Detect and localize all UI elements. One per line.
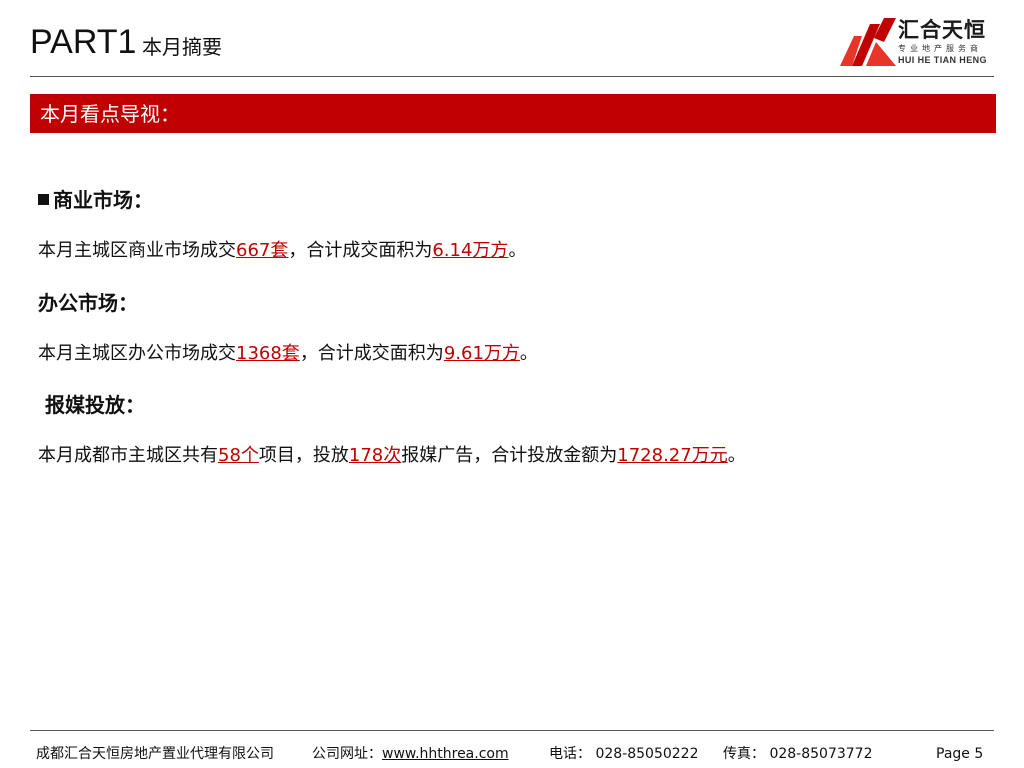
footer-website: 公司网址：www.hhthrea.com	[312, 745, 509, 763]
ads-text-pre: 本月成都市主城区共有	[38, 445, 218, 466]
office-area-value: 9.61万方	[443, 343, 520, 364]
commercial-area-value: 6.14万方	[432, 240, 509, 261]
ads-text-mid2: 报媒广告，合计投放金额为	[401, 445, 618, 466]
commercial-text-mid: ，合计成交面积为	[288, 240, 433, 261]
heading-newspaper-ads: 报媒投放：	[45, 393, 145, 417]
square-bullet-icon	[38, 194, 49, 205]
footer-fax: 传真： 028-85073772	[723, 746, 873, 762]
header-divider	[30, 76, 994, 77]
heading-commercial-market: 商业市场：	[38, 187, 153, 213]
footer-company: 成都汇合天恒房地产置业代理有限公司	[36, 746, 274, 762]
ads-projects-value: 58个	[218, 445, 259, 466]
banner-title: 本月看点导视：	[40, 102, 180, 126]
page-title-part: PART1	[30, 23, 137, 61]
commercial-text-pre: 本月主城区商业市场成交	[38, 240, 236, 261]
ads-text-mid1: 项目，投放	[258, 445, 349, 466]
ads-count-value: 178次	[348, 445, 402, 466]
footer-website-label: 公司网址：	[312, 746, 382, 762]
office-text-post: 。	[519, 343, 538, 364]
logo-tagline: 专业地产服务商	[898, 44, 982, 53]
commercial-text-post: 。	[508, 240, 527, 261]
ads-text-post: 。	[727, 445, 746, 466]
footer-phone: 电话： 028-85050222	[549, 746, 699, 762]
section-banner: 本月看点导视：	[30, 94, 996, 133]
logo-name: 汇合天恒	[898, 18, 986, 42]
footer-website-link[interactable]: www.hhthrea.com	[382, 746, 509, 762]
ads-amount-value: 1728.27万元	[617, 445, 728, 466]
newspaper-summary-line: 本月成都市主城区共有58个项目，投放178次报媒广告，合计投放金额为1728.2…	[38, 444, 746, 468]
footer-divider	[30, 730, 994, 731]
footer-page-number: Page 5	[936, 746, 984, 762]
logo-pinyin: HUI HE TIAN HENG	[898, 55, 987, 65]
logo-mark-icon	[840, 18, 896, 66]
office-text-mid: ，合计成交面积为	[299, 343, 444, 364]
heading-office-market: 办公市场：	[38, 291, 138, 315]
commercial-summary-line: 本月主城区商业市场成交667套，合计成交面积为6.14万方。	[38, 239, 526, 263]
company-logo: 汇合天恒 专业地产服务商 HUI HE TIAN HENG	[840, 18, 1000, 68]
office-text-pre: 本月主城区办公市场成交	[38, 343, 236, 364]
page-subtitle: 本月摘要	[142, 35, 222, 59]
heading-commercial-text: 商业市场：	[53, 188, 153, 212]
commercial-units-value: 667套	[236, 240, 289, 261]
office-summary-line: 本月主城区办公市场成交1368套，合计成交面积为9.61万方。	[38, 342, 538, 366]
office-units-value: 1368套	[236, 343, 300, 364]
